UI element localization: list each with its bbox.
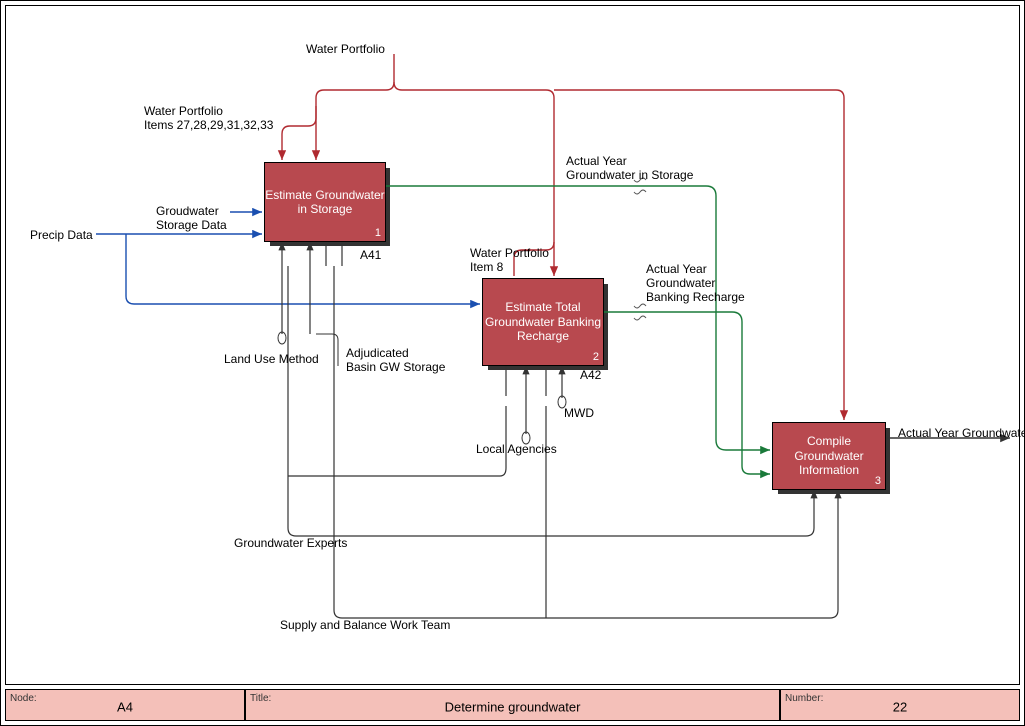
label-gw-storage-data: GroudwaterStorage Data: [156, 204, 227, 232]
label-gw-experts: Groundwater Experts: [234, 536, 347, 550]
box-a43-num: 3: [875, 475, 881, 488]
label-water-portfolio-top: Water Portfolio: [306, 42, 385, 56]
footer-node-label: Node:: [10, 693, 37, 704]
label-actual-year-banking: Actual YearGroundwaterBanking Recharge: [646, 262, 745, 304]
label-mwd: MWD: [564, 406, 594, 420]
label-water-portfolio-items: Water PortfolioItems 27,28,29,31,32,33: [144, 104, 273, 132]
label-water-portfolio-item8: Water PortfolioItem 8: [470, 246, 549, 274]
box-a41-title: Estimate Groundwater in Storage: [265, 188, 385, 217]
box-a42-ext: A42: [580, 368, 601, 382]
box-a42: Estimate Total Groundwater Banking Recha…: [482, 278, 604, 366]
diagram-canvas: Estimate Groundwater in Storage 1 A41 Es…: [5, 5, 1020, 685]
label-local-agencies: Local Agencies: [476, 442, 557, 456]
label-adjudicated: AdjudicatedBasin GW Storage: [346, 346, 445, 374]
footer-number-cell: Number: 22: [780, 689, 1020, 721]
box-a42-num: 2: [593, 351, 599, 364]
diagram-frame: Estimate Groundwater in Storage 1 A41 Es…: [0, 0, 1025, 726]
label-land-use-method: Land Use Method: [224, 352, 319, 366]
box-a42-title: Estimate Total Groundwater Banking Recha…: [483, 300, 603, 343]
footer-title-label: Title:: [250, 693, 271, 704]
box-a43-title: Compile Groundwater Information: [773, 434, 885, 477]
box-a43: Compile Groundwater Information 3: [772, 422, 886, 490]
label-actual-year-gw: Actual Year Groundwater: [898, 426, 1025, 440]
box-a41-num: 1: [375, 227, 381, 240]
footer-title-cell: Title: Determine groundwater: [245, 689, 780, 721]
box-a41: Estimate Groundwater in Storage 1: [264, 162, 386, 242]
label-actual-year-storage: Actual YearGroundwater in Storage: [566, 154, 693, 182]
footer-number-value: 22: [893, 699, 907, 714]
label-precip-data: Precip Data: [30, 228, 93, 242]
box-a41-ext: A41: [360, 248, 381, 262]
title-block: Node: A4 Title: Determine groundwater Nu…: [5, 689, 1020, 721]
footer-title-value: Determine groundwater: [445, 699, 581, 714]
footer-node-cell: Node: A4: [5, 689, 245, 721]
footer-number-label: Number:: [785, 693, 823, 704]
label-supply-team: Supply and Balance Work Team: [280, 618, 450, 632]
footer-node-value: A4: [117, 699, 133, 714]
